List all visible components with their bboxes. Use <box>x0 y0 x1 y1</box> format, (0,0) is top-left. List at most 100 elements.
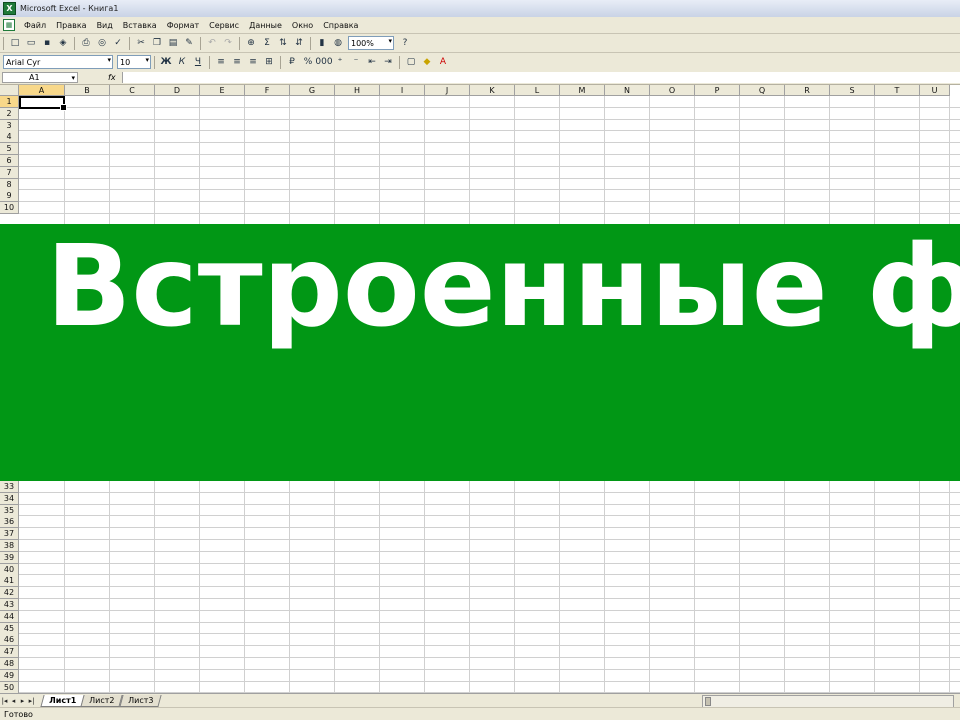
next-sheet-icon[interactable]: ▸ <box>18 696 27 706</box>
row-header[interactable]: 48 <box>0 658 19 670</box>
save-icon[interactable]: ▪ <box>40 36 54 50</box>
increase-decimal-icon[interactable]: ⁺ <box>333 55 347 69</box>
align-center-icon[interactable]: ≡ <box>230 55 244 69</box>
column-header[interactable]: G <box>290 85 335 96</box>
row-header[interactable]: 43 <box>0 599 19 611</box>
font-select[interactable]: Arial Cyr ▾ <box>3 55 113 69</box>
align-left-icon[interactable]: ≡ <box>214 55 228 69</box>
currency-icon[interactable]: ₽ <box>285 55 299 69</box>
formula-input[interactable] <box>121 72 960 83</box>
column-header[interactable]: J <box>425 85 470 96</box>
last-sheet-icon[interactable]: ▸| <box>27 696 36 706</box>
menu-file[interactable]: Файл <box>19 21 51 30</box>
merge-center-icon[interactable]: ⊞ <box>262 55 276 69</box>
font-size-select[interactable]: 10 ▾ <box>117 55 151 69</box>
workbook-icon[interactable]: ▦ <box>3 19 15 31</box>
menu-view[interactable]: Вид <box>92 21 118 30</box>
column-header[interactable]: R <box>785 85 830 96</box>
copy-icon[interactable]: ❐ <box>150 36 164 50</box>
menu-edit[interactable]: Правка <box>51 21 91 30</box>
print-preview-icon[interactable]: ◎ <box>95 36 109 50</box>
row-header[interactable]: 4 <box>0 131 19 143</box>
format-painter-icon[interactable]: ✎ <box>182 36 196 50</box>
drawing-icon[interactable]: ◍ <box>331 36 345 50</box>
align-right-icon[interactable]: ≡ <box>246 55 260 69</box>
undo-icon[interactable]: ↶ <box>205 36 219 50</box>
open-icon[interactable]: ▭ <box>24 36 38 50</box>
row-header[interactable]: 5 <box>0 143 19 155</box>
select-all-button[interactable] <box>0 85 19 96</box>
column-header[interactable]: F <box>245 85 290 96</box>
excel-icon[interactable]: X <box>3 2 16 15</box>
column-header[interactable]: P <box>695 85 740 96</box>
redo-icon[interactable]: ↷ <box>221 36 235 50</box>
comma-icon[interactable]: 000 <box>315 55 332 69</box>
active-cell[interactable] <box>19 96 67 111</box>
column-header[interactable]: I <box>380 85 425 96</box>
sort-ascending-icon[interactable]: ⇅ <box>276 36 290 50</box>
column-header[interactable]: C <box>110 85 155 96</box>
scrollbar-thumb[interactable] <box>705 696 711 706</box>
hyperlink-icon[interactable]: ⊕ <box>244 36 258 50</box>
row-header[interactable]: 41 <box>0 575 19 587</box>
row-header[interactable]: 39 <box>0 552 19 564</box>
bold-icon[interactable]: Ж <box>159 55 173 69</box>
new-icon[interactable]: □ <box>8 36 22 50</box>
row-header[interactable]: 7 <box>0 167 19 179</box>
row-header[interactable]: 50 <box>0 682 19 693</box>
row-header[interactable]: 1 <box>0 96 19 108</box>
row-header[interactable]: 49 <box>0 670 19 682</box>
row-header[interactable]: 9 <box>0 190 19 202</box>
column-header[interactable]: T <box>875 85 920 96</box>
row-header[interactable]: 47 <box>0 646 19 658</box>
row-header[interactable]: 6 <box>0 155 19 167</box>
first-sheet-icon[interactable]: |◂ <box>0 696 9 706</box>
sort-descending-icon[interactable]: ⇵ <box>292 36 306 50</box>
underline-icon[interactable]: Ч <box>191 55 205 69</box>
font-color-icon[interactable]: A <box>436 55 450 69</box>
fx-icon[interactable]: fx <box>108 73 116 82</box>
borders-icon[interactable]: ▢ <box>404 55 418 69</box>
italic-icon[interactable]: К <box>175 55 189 69</box>
row-header[interactable]: 36 <box>0 516 19 528</box>
menu-window[interactable]: Окно <box>287 21 318 30</box>
column-header[interactable]: U <box>920 85 950 96</box>
decrease-indent-icon[interactable]: ⇤ <box>365 55 379 69</box>
column-header[interactable]: A <box>19 85 65 96</box>
increase-indent-icon[interactable]: ⇥ <box>381 55 395 69</box>
column-header[interactable]: E <box>200 85 245 96</box>
row-header[interactable]: 38 <box>0 540 19 552</box>
row-header[interactable]: 42 <box>0 587 19 599</box>
column-header[interactable]: Q <box>740 85 785 96</box>
column-header[interactable]: O <box>650 85 695 96</box>
column-header[interactable]: N <box>605 85 650 96</box>
menu-tools[interactable]: Сервис <box>204 21 244 30</box>
row-header[interactable]: 33 <box>0 481 19 493</box>
horizontal-scrollbar[interactable] <box>702 694 954 708</box>
column-header[interactable]: M <box>560 85 605 96</box>
column-header[interactable]: S <box>830 85 875 96</box>
fill-handle[interactable] <box>60 104 67 111</box>
menu-format[interactable]: Формат <box>162 21 204 30</box>
row-header[interactable]: 34 <box>0 493 19 505</box>
permission-icon[interactable]: ◈ <box>56 36 70 50</box>
fill-color-icon[interactable]: ◆ <box>420 55 434 69</box>
column-header[interactable]: L <box>515 85 560 96</box>
column-header[interactable]: H <box>335 85 380 96</box>
percent-icon[interactable]: % <box>301 55 315 69</box>
menu-help[interactable]: Справка <box>318 21 363 30</box>
name-box[interactable]: A1 ▾ <box>2 72 78 83</box>
sheet-tab-1[interactable]: Лист1 <box>40 695 85 707</box>
sheet-tab-3[interactable]: Лист3 <box>118 695 162 707</box>
paste-icon[interactable]: ▤ <box>166 36 180 50</box>
row-header[interactable]: 37 <box>0 528 19 540</box>
zoom-select[interactable]: 100% ▾ <box>348 36 394 50</box>
row-header[interactable]: 46 <box>0 634 19 646</box>
print-icon[interactable]: ⎙ <box>79 36 93 50</box>
prev-sheet-icon[interactable]: ◂ <box>9 696 18 706</box>
menu-insert[interactable]: Вставка <box>118 21 162 30</box>
menu-data[interactable]: Данные <box>244 21 287 30</box>
column-header[interactable]: K <box>470 85 515 96</box>
cut-icon[interactable]: ✂ <box>134 36 148 50</box>
autosum-icon[interactable]: Σ <box>260 36 274 50</box>
